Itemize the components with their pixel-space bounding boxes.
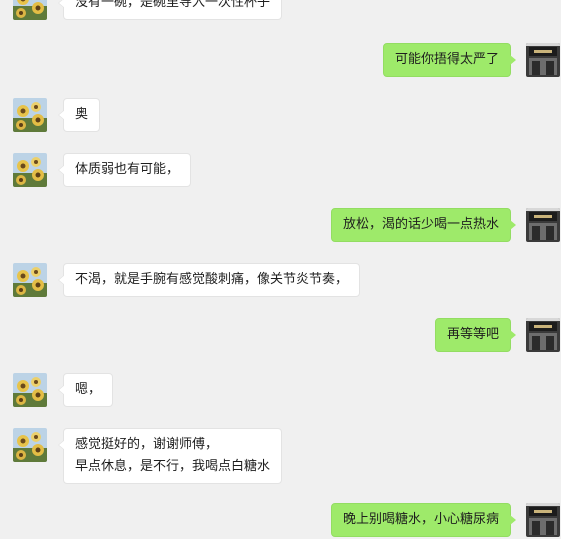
message-text: 奥 [75,107,89,122]
outgoing-message-bubble[interactable]: 再等等吧 [434,318,517,352]
contact-avatar[interactable] [13,428,47,462]
message-text: 不渴，就是手腕有感觉酸刺痛，像关节炎节奏， [75,272,349,287]
contact-avatar[interactable] [13,373,47,407]
contact-avatar[interactable] [13,153,47,187]
message-text: 晚上别喝糖水，小心糖尿病 [342,512,499,527]
self-avatar[interactable] [526,43,560,77]
chat-window: 没有一碗，是碗里导入一次性杯子 可能你捂得太严了 奥 体质弱也有可能， 放松，渴… [0,0,561,539]
message-text: 早点休息，是不行，我喝点白糖水 [75,459,271,474]
incoming-message-bubble[interactable]: 没有一碗，是碗里导入一次性杯子 [57,0,283,20]
outgoing-message-bubble[interactable]: 放松，渴的话少喝一点热水 [330,208,517,242]
message-text: 再等等吧 [446,327,499,342]
incoming-message-bubble[interactable]: 不渴，就是手腕有感觉酸刺痛，像关节炎节奏， [57,263,361,297]
contact-avatar[interactable] [13,98,47,132]
contact-avatar[interactable] [13,263,47,297]
self-avatar[interactable] [526,503,560,537]
message-text: 放松，渴的话少喝一点热水 [342,217,499,232]
contact-avatar[interactable] [13,0,47,20]
outgoing-message-bubble[interactable]: 晚上别喝糖水，小心糖尿病 [330,503,517,537]
message-text: 嗯， [75,382,102,397]
message-text: 感觉挺好的，谢谢师傅， [75,437,219,452]
message-text: 没有一碗，是碗里导入一次性杯子 [75,0,271,10]
self-avatar[interactable] [526,318,560,352]
self-avatar[interactable] [526,208,560,242]
incoming-message-bubble[interactable]: 体质弱也有可能， [57,153,192,187]
incoming-message-bubble[interactable]: 感觉挺好的，谢谢师傅， 早点休息，是不行，我喝点白糖水 [57,428,283,484]
outgoing-message-bubble[interactable]: 可能你捂得太严了 [382,43,517,77]
message-text: 可能你捂得太严了 [394,52,499,67]
incoming-message-bubble[interactable]: 奥 [57,98,101,132]
incoming-message-bubble[interactable]: 嗯， [57,373,114,407]
message-text: 体质弱也有可能， [75,162,180,177]
